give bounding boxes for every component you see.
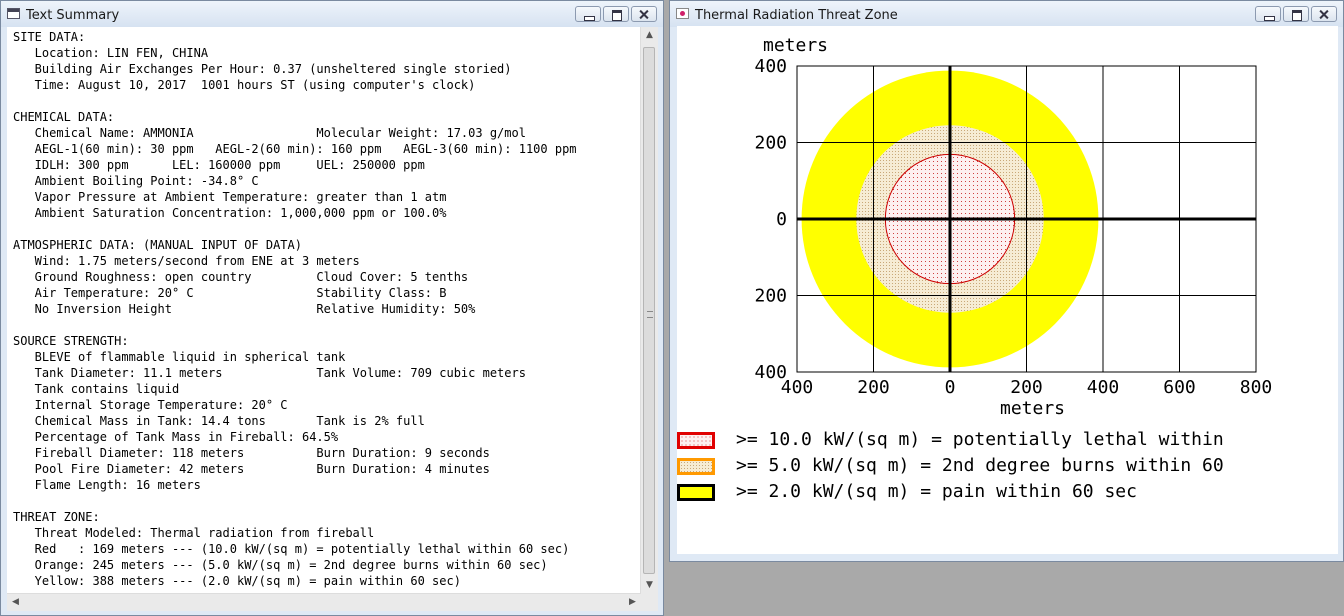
y-tick-label: 400 [754, 56, 787, 77]
y-axis-label: meters [763, 35, 828, 56]
x-tick-label: 400 [1087, 377, 1120, 398]
legend-label-red: >= 10.0 kW/(sq m) = potentially lethal w… [736, 429, 1224, 450]
x-tick-label: 600 [1163, 377, 1196, 398]
y-tick-label: 400 [754, 362, 787, 383]
legend-swatch-orange [677, 458, 715, 475]
legend-swatch-yellow [677, 484, 715, 501]
y-tick-label: 200 [754, 133, 787, 154]
legend-label-orange: >= 5.0 kW/(sq m) = 2nd degree burns with… [736, 455, 1224, 476]
y-tick-label: 200 [754, 286, 787, 307]
x-axis-label: meters [1000, 398, 1065, 419]
y-tick-label: 0 [776, 209, 787, 230]
legend-swatch-red [677, 432, 715, 449]
threat-zone-chart: meters meters 400 200 0 200 400 600 800 400 200 0… [754, 35, 1273, 419]
x-tick-label: 0 [945, 377, 956, 398]
x-tick-label: 200 [1010, 377, 1043, 398]
x-tick-label: 800 [1240, 377, 1273, 398]
x-tick-label: 200 [857, 377, 890, 398]
legend-label-yellow: >= 2.0 kW/(sq m) = pain within 60 sec [736, 481, 1137, 502]
